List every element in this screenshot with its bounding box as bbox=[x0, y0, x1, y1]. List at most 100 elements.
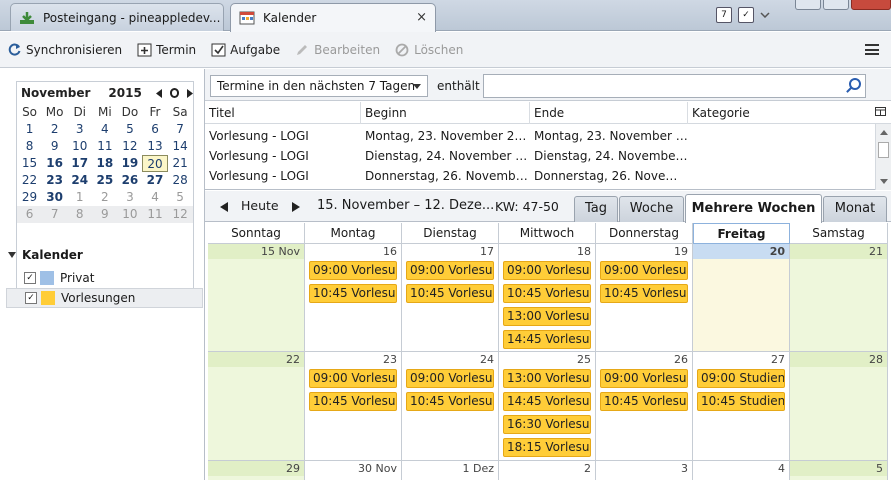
window-close-button[interactable] bbox=[851, 0, 891, 10]
day-cell[interactable]: 15 Nov bbox=[208, 244, 305, 352]
calendar-event[interactable]: 13:00 Vorlesun... bbox=[503, 369, 591, 388]
mini-calendar-day[interactable]: 12 bbox=[168, 206, 193, 223]
search-icon[interactable] bbox=[849, 78, 861, 90]
mini-calendar-day[interactable]: 12 bbox=[117, 138, 142, 155]
day-cell[interactable]: 5 bbox=[790, 461, 888, 480]
scroll-thumb[interactable] bbox=[878, 142, 889, 158]
tab-day-view[interactable]: Tag bbox=[574, 196, 618, 222]
day-cell[interactable]: 16 09:00 Vorlesun... 10:45 Vorlesun... bbox=[305, 244, 402, 352]
scroll-down-icon[interactable] bbox=[880, 179, 888, 184]
tasks-icon[interactable]: ✓ bbox=[738, 7, 754, 23]
tab-posteingang[interactable]: Posteingang - pineappledev... bbox=[10, 3, 224, 31]
tab-week-view[interactable]: Woche bbox=[619, 196, 684, 222]
calendar-event[interactable]: 10:45 Studiena... bbox=[697, 392, 785, 411]
calendar-event[interactable]: 09:00 Vorlesun... bbox=[309, 261, 397, 280]
calendar-day-icon[interactable]: 7 bbox=[716, 7, 732, 23]
mini-calendar-day[interactable]: 11 bbox=[142, 206, 167, 223]
calendar-event[interactable]: 10:45 Vorlesun... bbox=[600, 284, 688, 303]
delete-button[interactable]: Löschen bbox=[394, 42, 463, 58]
mini-calendar-day[interactable]: 25 bbox=[92, 172, 117, 189]
calendar-event[interactable]: 10:45 Vorlesun... bbox=[309, 392, 397, 411]
day-cell[interactable]: 18 09:00 Vorlesun... 10:45 Vorlesun... 13:0… bbox=[499, 244, 596, 352]
calendar-event[interactable]: 18:15 Vorlesun... bbox=[503, 438, 591, 457]
mini-calendar-day[interactable]: 2 bbox=[42, 121, 67, 138]
mini-calendar-day[interactable]: 8 bbox=[17, 138, 42, 155]
day-cell[interactable]: 29 bbox=[208, 461, 305, 480]
day-cell[interactable]: 19 09:00 Vorlesun... 10:45 Vorlesun... bbox=[596, 244, 693, 352]
checkbox-privat[interactable]: ✓ bbox=[24, 272, 36, 284]
day-cell[interactable]: 28 bbox=[790, 352, 888, 461]
mini-calendar-day[interactable]: 7 bbox=[42, 206, 67, 223]
calendar-event[interactable]: 14:45 Vorlesun... bbox=[503, 330, 591, 349]
calendar-event[interactable]: 09:00 Vorlesun... bbox=[406, 369, 494, 388]
mini-calendar-day[interactable]: 2 bbox=[92, 189, 117, 206]
sync-button[interactable]: Synchronisieren bbox=[6, 42, 122, 58]
calendar-event[interactable]: 09:00 Vorlesun... bbox=[309, 369, 397, 388]
mini-calendar-day[interactable]: 21 bbox=[168, 155, 193, 172]
day-cell[interactable]: 21 bbox=[790, 244, 888, 352]
event-list-scrollbar[interactable] bbox=[875, 124, 891, 190]
mini-calendar-day[interactable]: 14 bbox=[168, 138, 193, 155]
mini-calendar-day[interactable]: 13 bbox=[142, 138, 167, 155]
calendar-event[interactable]: 10:45 Vorlesun... bbox=[309, 284, 397, 303]
mini-calendar-year[interactable]: 2015 bbox=[108, 86, 141, 100]
mini-calendar-day[interactable]: 9 bbox=[92, 206, 117, 223]
today-button[interactable]: Heute bbox=[241, 198, 279, 213]
event-list-row[interactable]: Vorlesung - LOGI Dienstag, 24. November 2… bbox=[205, 146, 873, 166]
maximize-button[interactable] bbox=[823, 0, 849, 10]
collapse-triangle-icon[interactable] bbox=[8, 252, 16, 258]
column-header-category[interactable]: Kategorie bbox=[688, 102, 873, 124]
event-list-row[interactable]: Vorlesung - LOGI Donnerstag, 26. November… bbox=[205, 166, 873, 186]
calendar-event[interactable]: 10:45 Vorlesun... bbox=[406, 392, 494, 411]
new-task-button[interactable]: Aufgabe bbox=[210, 42, 280, 58]
calendar-event[interactable]: 09:00 Vorlesun... bbox=[503, 261, 591, 280]
mini-calendar-day[interactable]: 6 bbox=[17, 206, 42, 223]
mini-calendar-day[interactable]: 3 bbox=[117, 189, 142, 206]
previous-period-icon[interactable] bbox=[220, 202, 228, 212]
edit-button[interactable]: Bearbeiten bbox=[294, 42, 380, 58]
mini-calendar-day[interactable]: 20 bbox=[142, 155, 168, 172]
mini-calendar-day[interactable]: 29 bbox=[17, 189, 42, 206]
mini-calendar-day[interactable]: 22 bbox=[17, 172, 42, 189]
chevron-down-icon[interactable] bbox=[760, 12, 770, 18]
day-cell[interactable]: 3 bbox=[596, 461, 693, 480]
day-cell[interactable]: 2 bbox=[499, 461, 596, 480]
day-cell[interactable]: 23 09:00 Vorlesun... 10:45 Vorlesun... bbox=[305, 352, 402, 461]
calendar-event[interactable]: 09:00 Studiena... bbox=[697, 369, 785, 388]
today-circle-icon[interactable] bbox=[169, 88, 180, 98]
day-cell[interactable]: 20 bbox=[693, 244, 790, 352]
calendar-event[interactable]: 10:45 Vorlesun... bbox=[406, 284, 494, 303]
checkbox-vorlesungen[interactable]: ✓ bbox=[25, 292, 37, 304]
calendar-event[interactable]: 13:00 Vorlesun... bbox=[503, 307, 591, 326]
calendar-event[interactable]: 16:30 Vorlesun... bbox=[503, 415, 591, 434]
calendar-event[interactable]: 09:00 Vorlesun... bbox=[406, 261, 494, 280]
calendar-event[interactable]: 09:00 Vorlesun... bbox=[600, 369, 688, 388]
mini-calendar-day[interactable]: 10 bbox=[67, 138, 92, 155]
day-cell[interactable]: 30 Nov bbox=[305, 461, 402, 480]
mini-calendar-day[interactable]: 11 bbox=[92, 138, 117, 155]
day-cell[interactable]: 27 09:00 Studiena... 10:45 Studiena... bbox=[693, 352, 790, 461]
search-input[interactable] bbox=[483, 74, 866, 98]
new-event-button[interactable]: Termin bbox=[136, 42, 196, 58]
mini-calendar-day[interactable]: 30 bbox=[42, 189, 67, 206]
mini-calendar-day[interactable]: 27 bbox=[142, 172, 167, 189]
column-header-start[interactable]: Beginn bbox=[361, 102, 530, 124]
mini-calendar-day[interactable]: 24 bbox=[67, 172, 92, 189]
mini-calendar-day[interactable]: 1 bbox=[17, 121, 42, 138]
tab-multiweek-view[interactable]: Mehrere Wochen bbox=[685, 194, 822, 223]
mini-calendar-day[interactable]: 4 bbox=[92, 121, 117, 138]
mini-calendar-day[interactable]: 8 bbox=[67, 206, 92, 223]
previous-month-icon[interactable] bbox=[155, 88, 162, 98]
next-month-icon[interactable] bbox=[187, 88, 194, 98]
column-header-end[interactable]: Ende bbox=[530, 102, 688, 124]
mini-calendar-day[interactable]: 4 bbox=[142, 189, 167, 206]
mini-calendar-day[interactable]: 26 bbox=[117, 172, 142, 189]
mini-calendar-day[interactable]: 6 bbox=[142, 121, 167, 138]
event-filter-select[interactable]: Termine in den nächsten 7 Tagen bbox=[210, 75, 428, 97]
mini-calendar-day[interactable]: 3 bbox=[67, 121, 92, 138]
day-cell[interactable]: 1 Dez bbox=[402, 461, 499, 480]
calendar-item-vorlesungen[interactable]: ✓ Vorlesungen bbox=[6, 288, 203, 308]
mini-calendar-day[interactable]: 9 bbox=[42, 138, 67, 155]
mini-calendar-day[interactable]: 5 bbox=[168, 189, 193, 206]
day-cell[interactable]: 26 09:00 Vorlesun... 10:45 Vorlesun... bbox=[596, 352, 693, 461]
